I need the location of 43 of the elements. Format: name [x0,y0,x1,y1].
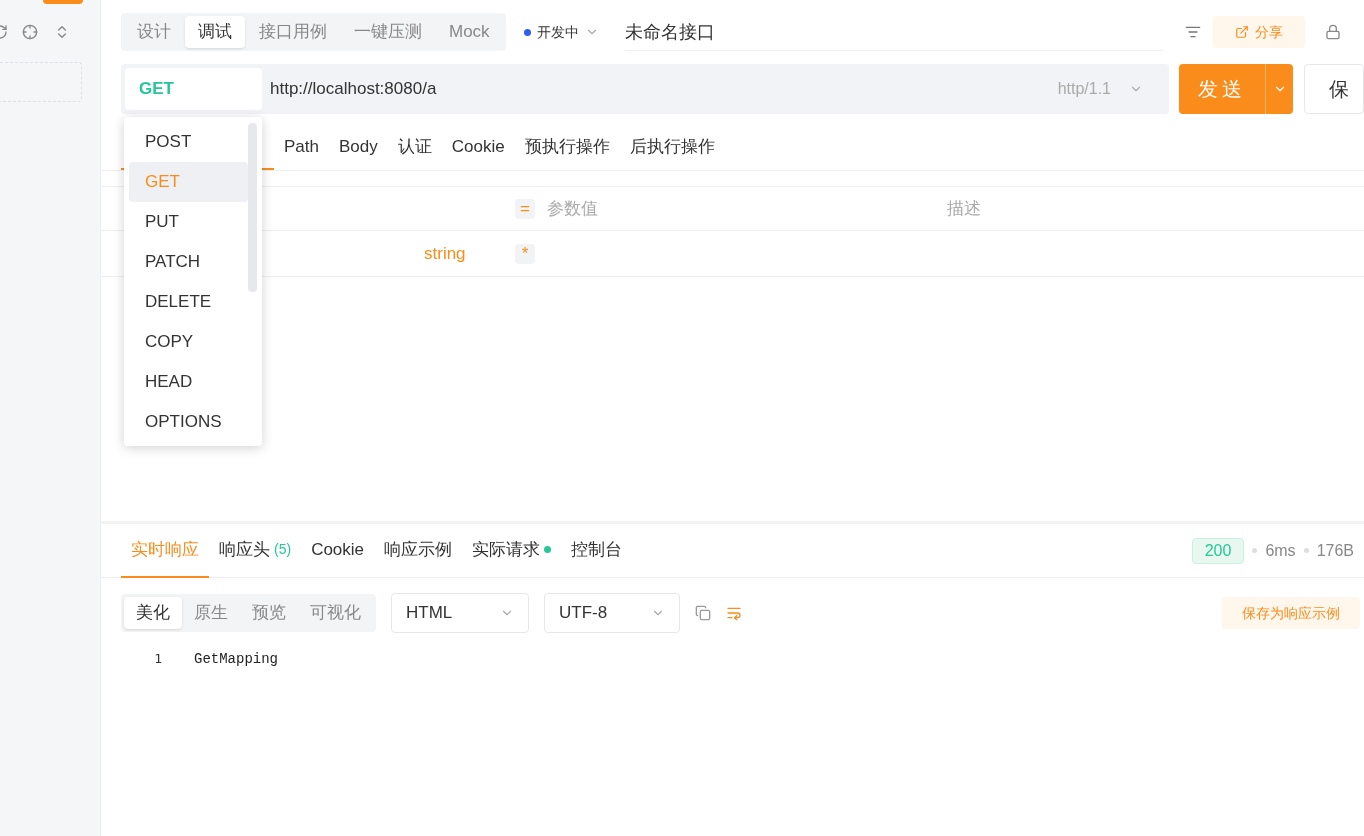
scrollbar[interactable] [248,123,257,292]
request-tab[interactable]: Body [329,125,388,170]
method-option[interactable]: OPTIONS [129,402,248,442]
method-option[interactable]: COPY [129,322,248,362]
response-size: 176B [1316,540,1354,561]
request-tab[interactable]: 后执行操作 [619,125,725,170]
method-option[interactable]: PUT [129,202,248,242]
lock-icon[interactable] [1324,24,1341,40]
format-select[interactable]: HTML [391,593,529,633]
request-tab[interactable]: 预执行操作 [514,125,620,170]
equals-icon: = [515,198,535,219]
response-tab[interactable]: 控制台 [561,523,633,578]
response-tab[interactable]: 实际请求 [462,523,562,578]
response-time: 6ms [1265,540,1296,561]
encoding-select[interactable]: UTF-8 [544,593,680,633]
method-option[interactable]: PATCH [129,242,248,282]
request-tab[interactable]: Path [274,125,329,170]
method-option[interactable]: POST [129,122,248,162]
wrap-icon[interactable] [726,605,742,621]
copy-icon[interactable] [695,605,711,621]
mode-tab[interactable]: 调试 [185,16,245,48]
request-tab[interactable]: Cookie [441,125,515,170]
count-label: (5) [274,540,292,559]
status-select[interactable]: 开发中 [523,21,599,43]
locate-icon[interactable] [22,24,38,40]
response-tab[interactable]: Cookie [301,523,375,578]
title-field[interactable]: 未命名接口 [624,13,1163,51]
send-options-button[interactable] [1264,64,1294,114]
code-line: GetMapping [194,649,278,669]
line-number: 1 [153,650,162,669]
share-icon [1234,25,1249,39]
method-option[interactable]: HEAD [129,362,248,402]
method-option[interactable]: DELETE [129,282,248,322]
type-label: string [424,242,467,265]
response-tab[interactable]: 响应示例 [374,523,463,578]
response-tab[interactable]: 响应头 (5) [209,523,302,578]
column-header: 参数值 [547,197,599,220]
column-header: 描述 [947,197,981,220]
request-tab[interactable]: 认证 [387,125,442,170]
required-mark: * [515,243,535,264]
view-mode-tab[interactable]: 美化 [124,597,182,629]
save-button[interactable]: 保 [1304,64,1364,114]
status-code: 200 [1191,537,1245,564]
